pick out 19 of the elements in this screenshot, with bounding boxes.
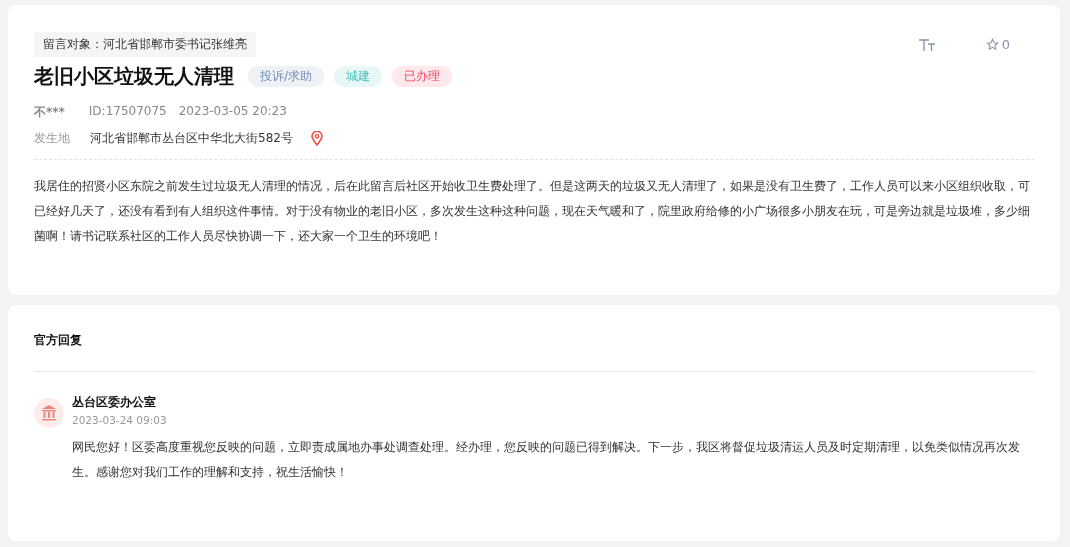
location-pin-icon[interactable] [310, 131, 323, 146]
tag: 已办理 [392, 66, 453, 87]
post-title: 老旧小区垃圾无人清理 [34, 63, 234, 90]
reply-heading: 官方回复 [34, 332, 83, 349]
recipient-label: 留言对象：河北省邯郸市委书记张维亮 [34, 32, 256, 57]
post-time: 2023-03-05 20:23 [178, 104, 287, 120]
favorite-button[interactable]: 0 [985, 37, 1010, 52]
reply-time: 2023-03-24 09:03 [72, 414, 167, 426]
post-body: 我居住的招贤小区东院之前发生过垃圾无人清理的情况，后在此留言后社区开始收卫生费处理了。但是这两天的垃圾又无人清理了，如果是没有卫生费了，工作人员可以来小区组织收取，可已经好几天了，还没有看到有人组织这件事情。对于没有物业的老旧小区，多次发生这种这种问题，现在天气暖和了，院里政府给修的小广场很多小朋友在玩，可是旁边就是垃圾堆，多少细菌啊！请书记联系社区的工作人员尽快协调一下，还大家一个卫生的环境吧！ [34, 178, 1031, 245]
location-address: 河北省邯郸市丛台区中华北大街582号 [90, 130, 293, 147]
author-name: 不*** [34, 104, 65, 121]
government-building-icon [34, 398, 64, 428]
office-name: 丛台区委办公室 [72, 394, 157, 411]
tag: 投诉/求助 [248, 66, 325, 87]
location-label: 发生地 [34, 130, 71, 147]
reply-body: 网民您好！区委高度重视您反映的问题，立即责成属地办事处调查处理。经办理，您反映的问题已得到解决。下一步，我区将督促垃圾清运人员及时定期清理，以免类似情况再次发生。感谢您对我们工作的理解和支持，祝生活愉快！ [72, 439, 1021, 481]
font-size-icon[interactable] [917, 37, 936, 52]
post-id: ID:17507075 [88, 104, 167, 120]
tag: 城建 [334, 66, 383, 87]
